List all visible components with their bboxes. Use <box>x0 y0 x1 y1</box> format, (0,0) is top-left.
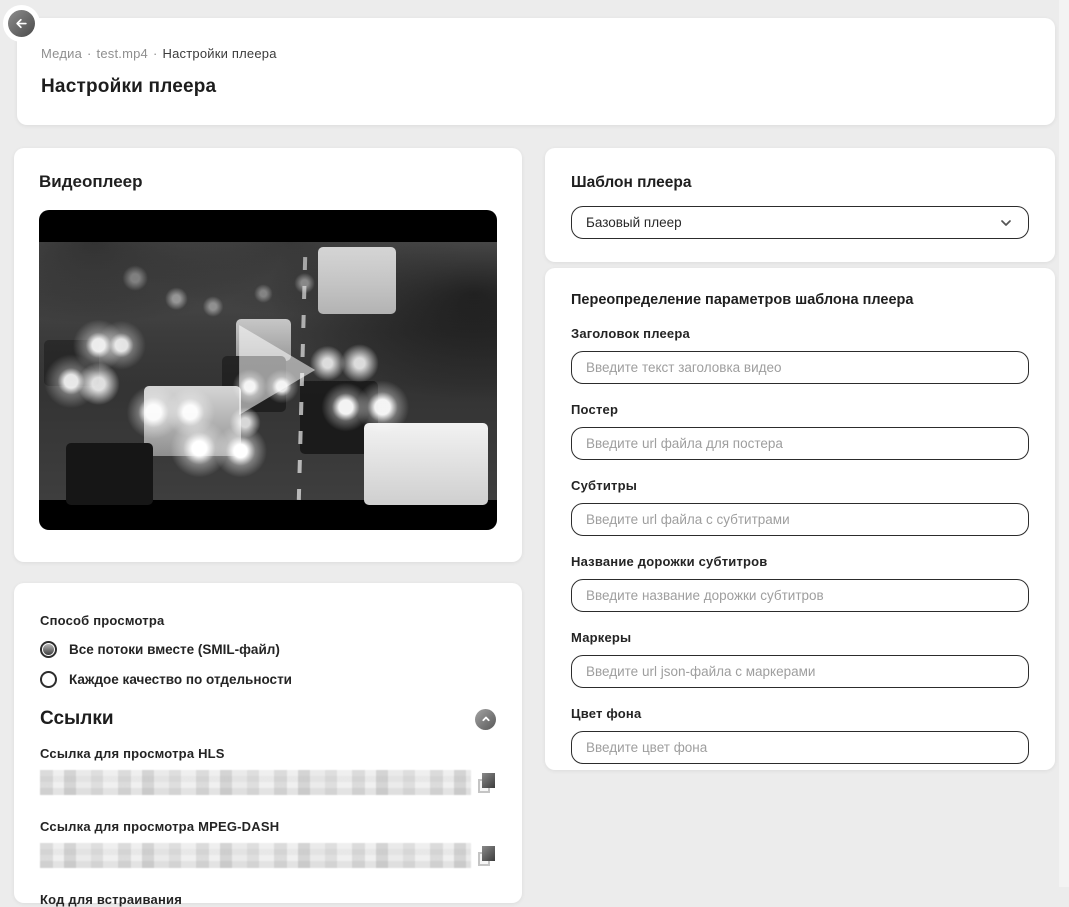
background-color-label: Цвет фона <box>571 706 1029 721</box>
field-group-background-color: Цвет фона <box>571 706 1029 764</box>
breadcrumb-current: Настройки плеера <box>163 46 277 61</box>
copy-hls-link-button[interactable] <box>478 773 496 793</box>
copy-icon <box>482 846 495 861</box>
chevron-down-icon <box>998 215 1014 231</box>
subtitle-track-name-input[interactable] <box>571 579 1029 612</box>
radio-option-smil[interactable]: Все потоки вместе (SMIL-файл) <box>40 641 496 658</box>
player-template-card: Шаблон плеера Базовый плеер <box>545 148 1055 262</box>
hls-link-row <box>40 770 496 795</box>
dash-link-row <box>40 843 496 868</box>
embed-code-label: Код для встраивания <box>40 892 496 907</box>
video-player[interactable] <box>39 210 497 530</box>
field-group-player-title: Заголовок плеера <box>571 326 1029 384</box>
background-color-input[interactable] <box>571 731 1029 764</box>
video-player-card: Видеоплеер <box>14 148 522 562</box>
dash-link-label: Ссылка для просмотра MPEG-DASH <box>40 819 496 834</box>
markers-label: Маркеры <box>571 630 1029 645</box>
radio-selected-icon[interactable] <box>40 641 57 658</box>
chevron-up-icon <box>480 713 492 725</box>
field-group-subtitles: Субтитры <box>571 478 1029 536</box>
page-title: Настройки плеера <box>41 76 1031 98</box>
copy-icon <box>482 773 495 788</box>
selected-template-value: Базовый плеер <box>586 215 682 230</box>
dash-link-value-redacted[interactable] <box>40 843 471 868</box>
copy-dash-link-button[interactable] <box>478 846 496 866</box>
subtitles-url-input[interactable] <box>571 503 1029 536</box>
markers-url-input[interactable] <box>571 655 1029 688</box>
field-group-markers: Маркеры <box>571 630 1029 688</box>
play-icon[interactable] <box>239 325 315 415</box>
header-card: Медиа · test.mp4 · Настройки плеера Настройк… <box>17 18 1055 125</box>
arrow-left-icon <box>14 16 29 31</box>
breadcrumb-separator: · <box>153 46 158 61</box>
scrollbar[interactable] <box>1059 0 1069 887</box>
subtitles-label: Субтитры <box>571 478 1029 493</box>
collapse-links-button[interactable] <box>475 709 496 730</box>
view-mode-links-card: Способ просмотра Все потоки вместе (SMIL… <box>14 583 522 903</box>
player-template-select[interactable]: Базовый плеер <box>571 206 1029 239</box>
back-button[interactable] <box>8 10 35 37</box>
subtitle-track-name-label: Название дорожки субтитров <box>571 554 1029 569</box>
video-card-title: Видеоплеер <box>39 172 497 192</box>
hls-link-value-redacted[interactable] <box>40 770 471 795</box>
override-card-title: Переопределение параметров шаблона плеер… <box>571 292 1029 308</box>
breadcrumb-separator: · <box>87 46 92 61</box>
radio-option-each-quality[interactable]: Каждое качество по отдельности <box>40 671 496 688</box>
view-mode-label: Способ просмотра <box>40 613 496 628</box>
poster-label: Постер <box>571 402 1029 417</box>
hls-link-label: Ссылка для просмотра HLS <box>40 746 496 761</box>
breadcrumb-media[interactable]: Медиа <box>41 46 82 61</box>
poster-url-input[interactable] <box>571 427 1029 460</box>
player-title-input[interactable] <box>571 351 1029 384</box>
links-section-title: Ссылки <box>40 708 114 730</box>
radio-option-label: Все потоки вместе (SMIL-файл) <box>69 642 280 657</box>
template-override-card: Переопределение параметров шаблона плеер… <box>545 268 1055 770</box>
template-card-title: Шаблон плеера <box>571 174 1029 192</box>
breadcrumb: Медиа · test.mp4 · Настройки плеера <box>41 46 1031 61</box>
radio-unselected-icon[interactable] <box>40 671 57 688</box>
field-group-poster: Постер <box>571 402 1029 460</box>
breadcrumb-file[interactable]: test.mp4 <box>97 46 148 61</box>
player-title-label: Заголовок плеера <box>571 326 1029 341</box>
radio-option-label: Каждое качество по отдельности <box>69 672 292 687</box>
field-group-subtitle-track-name: Название дорожки субтитров <box>571 554 1029 612</box>
player-settings-page: { "colors": { "page_bg": "#ececec", "car… <box>0 0 1069 887</box>
